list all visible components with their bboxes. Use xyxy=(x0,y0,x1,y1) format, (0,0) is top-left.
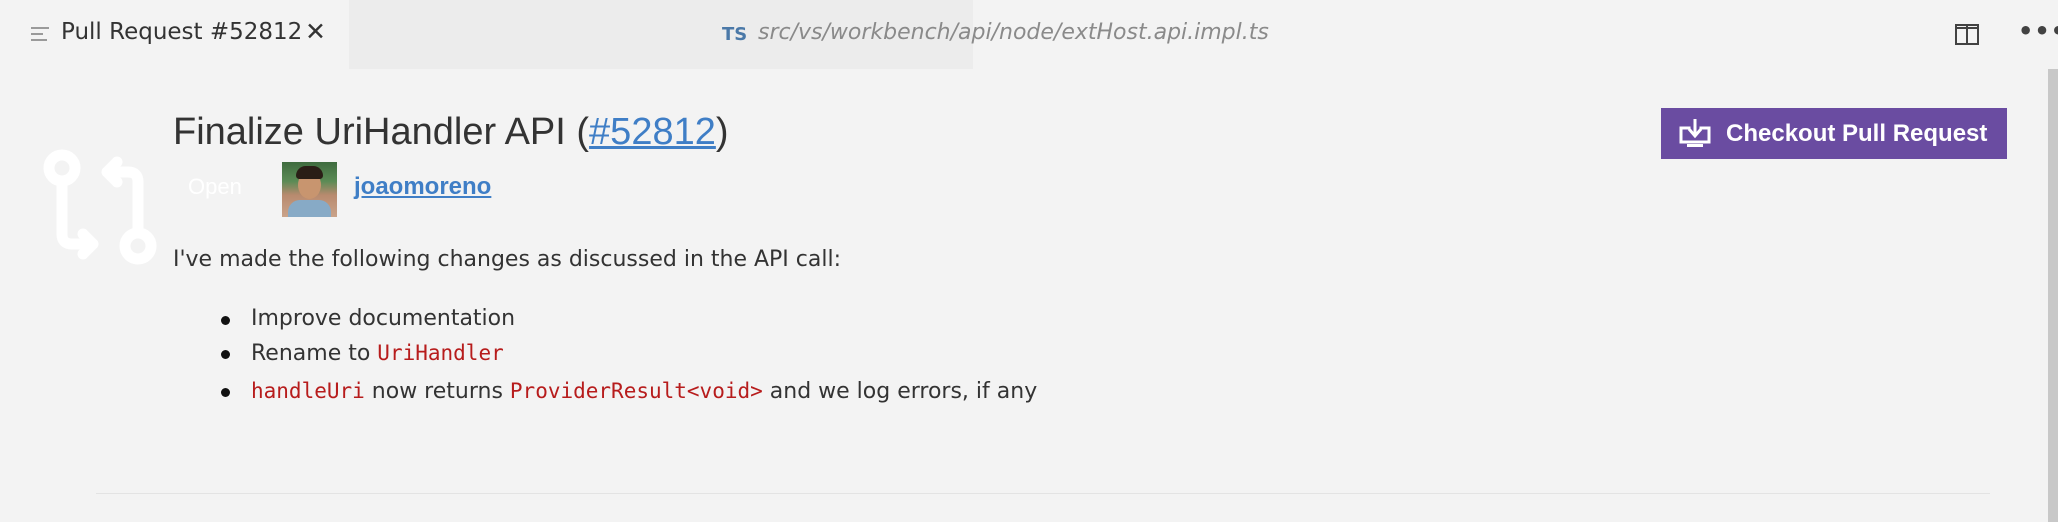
checkout-pull-request-button[interactable]: Checkout Pull Request xyxy=(1661,108,2007,159)
ellipsis-icon[interactable]: ••• xyxy=(2018,17,2058,45)
tab-file-path: src/vs/workbench/api/node/extHost.api.im… xyxy=(758,20,1269,45)
section-divider xyxy=(96,493,1990,494)
avatar[interactable] xyxy=(282,162,337,217)
list-item-text: now returns xyxy=(364,379,510,404)
vertical-scrollbar[interactable] xyxy=(2048,69,2058,522)
split-editor-icon[interactable] xyxy=(1955,24,1979,45)
status-badge: Open xyxy=(188,174,242,199)
author-link[interactable]: joaomoreno xyxy=(354,173,491,201)
inline-code: handleUri xyxy=(251,379,365,403)
list-item-text: Improve documentation xyxy=(251,306,516,331)
list-item: Improve documentation xyxy=(220,302,1037,336)
pr-description: I've made the following changes as discu… xyxy=(173,247,841,272)
list-item: Rename to UriHandler xyxy=(220,336,1037,370)
pr-number-link[interactable]: #52812 xyxy=(589,111,716,153)
inline-code: UriHandler xyxy=(377,341,504,365)
file-lines-icon xyxy=(31,27,49,43)
tab-exthost-file[interactable]: TS src/vs/workbench/api/node/extHost.api… xyxy=(349,0,1269,69)
download-icon xyxy=(1679,118,1711,147)
tab-title: Pull Request #52812 xyxy=(61,19,303,45)
pr-title-text: Finalize UriHandler API ( xyxy=(173,111,590,153)
pr-editor-window: Pull Request #52812 ✕ TS src/vs/workbenc… xyxy=(0,0,2058,522)
pr-title: Finalize UriHandler API (#52812) xyxy=(173,111,729,154)
pr-title-suffix: ) xyxy=(715,111,729,153)
list-item-text: and we log errors, if any xyxy=(762,379,1038,404)
checkout-label: Checkout Pull Request xyxy=(1726,120,1988,147)
inline-code: ProviderResult<void> xyxy=(509,379,763,403)
typescript-icon: TS xyxy=(722,24,748,45)
tab-close-icon[interactable]: ✕ xyxy=(305,17,326,46)
editor-tab-bar: Pull Request #52812 ✕ TS src/vs/workbenc… xyxy=(0,0,2058,69)
git-pull-request-icon xyxy=(43,149,157,265)
tab-pull-request[interactable]: Pull Request #52812 ✕ xyxy=(0,0,349,69)
list-item-text: Rename to xyxy=(251,341,378,366)
changes-list: Improve documentation Rename to UriHandl… xyxy=(220,302,1037,408)
list-item: handleUri now returns ProviderResult<voi… xyxy=(220,374,1037,408)
